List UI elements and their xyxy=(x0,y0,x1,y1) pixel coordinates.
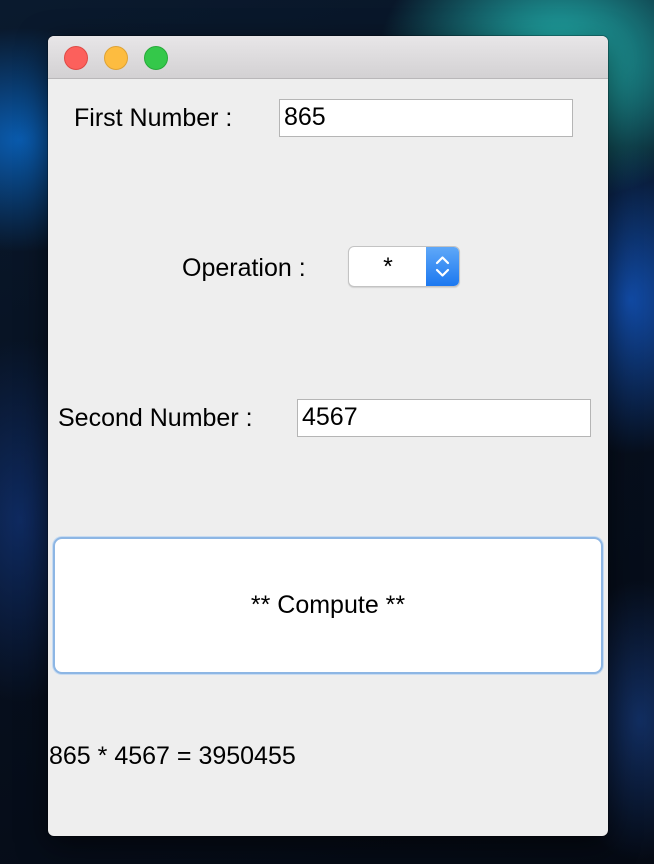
zoom-window-button[interactable] xyxy=(144,46,168,70)
close-window-button[interactable] xyxy=(64,46,88,70)
second-number-label: Second Number : xyxy=(58,404,253,432)
first-number-label: First Number : xyxy=(74,104,233,132)
compute-button[interactable]: ** Compute ** xyxy=(53,537,603,674)
chevron-up-down-icon xyxy=(426,247,459,286)
title-bar xyxy=(48,36,608,79)
operation-label: Operation : xyxy=(182,254,306,282)
first-number-field[interactable]: 865 xyxy=(279,99,573,137)
operation-select[interactable]: * xyxy=(348,246,460,287)
second-number-field[interactable]: 4567 xyxy=(297,399,591,437)
calculator-window: First Number : 865 Operation : * Second … xyxy=(48,36,608,836)
compute-button-label: ** Compute ** xyxy=(250,591,406,619)
result-text: 865 * 4567 = 3950455 xyxy=(49,742,296,770)
operation-select-value: * xyxy=(383,253,393,281)
minimize-window-button[interactable] xyxy=(104,46,128,70)
